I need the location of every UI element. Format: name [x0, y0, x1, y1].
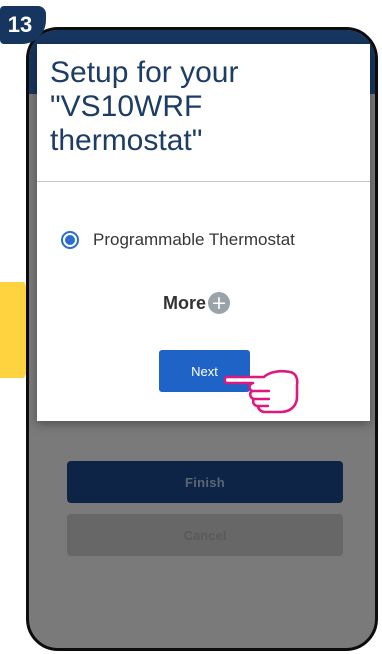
option-label: Programmable Thermostat	[93, 230, 295, 249]
radio-dot	[65, 235, 75, 245]
programmable-thermostat-option[interactable]: Programmable Thermostat	[61, 230, 295, 250]
cancel-button[interactable]: Cancel	[67, 514, 343, 556]
radio-button-selected[interactable]	[61, 231, 79, 249]
dialog-divider	[37, 181, 370, 182]
plus-circle-icon[interactable]: +	[208, 292, 231, 314]
setup-dialog: Setup for your "VS10WRF thermostat" Prog…	[37, 44, 370, 421]
finish-button[interactable]: Finish	[67, 461, 343, 503]
instruction-page: Finish Cancel 13 Setup for your "VS10WRF…	[0, 0, 382, 654]
more-label: More	[163, 292, 207, 313]
more-toggle[interactable]: More +	[163, 292, 231, 314]
dialog-title: Setup for your "VS10WRF thermostat"	[50, 56, 239, 157]
tap-hand-icon	[224, 369, 299, 414]
